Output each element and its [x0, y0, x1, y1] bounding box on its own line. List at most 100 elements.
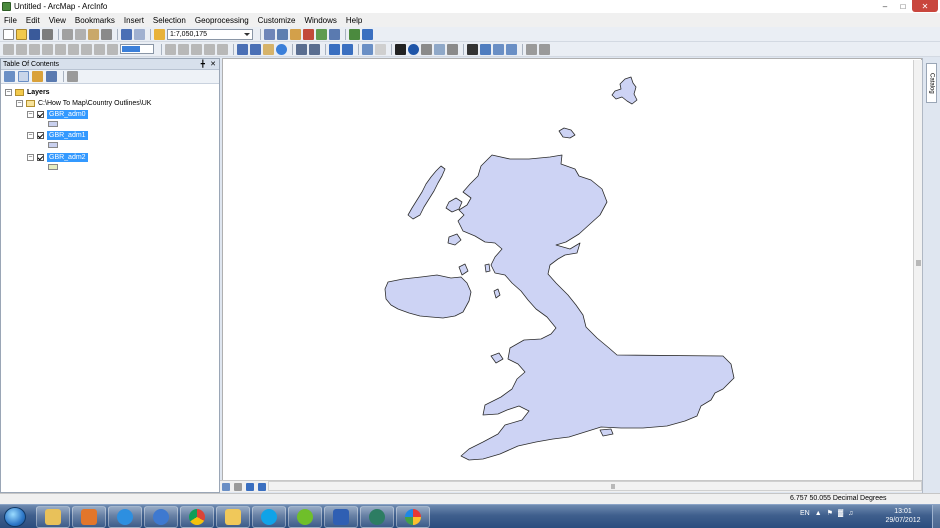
select-elements-arrow-icon[interactable] — [395, 43, 406, 55]
pan-hand-icon[interactable] — [263, 43, 274, 55]
layout-tool-icon[interactable] — [178, 43, 189, 55]
collapse-icon[interactable]: – — [27, 131, 34, 139]
refresh-icon[interactable] — [246, 482, 254, 491]
taskbar-explorer[interactable] — [36, 506, 70, 528]
flag-icon[interactable]: ⚑ — [827, 509, 833, 517]
layout-tool-icon[interactable] — [68, 43, 79, 55]
layout-view-icon[interactable] — [234, 482, 242, 491]
list-by-visibility-icon[interactable] — [32, 71, 43, 82]
layout-tool-icon[interactable] — [165, 43, 176, 55]
layer-symbol-swatch[interactable] — [48, 164, 58, 170]
save-icon[interactable] — [29, 28, 40, 40]
select-features-icon[interactable] — [362, 43, 373, 55]
measure-icon[interactable] — [447, 43, 458, 55]
start-button[interactable] — [4, 507, 26, 527]
network-icon[interactable]: ▓ — [838, 510, 843, 517]
hyperlink-icon[interactable] — [421, 43, 432, 55]
layer-row-gbr-adm1[interactable]: – GBR_adm1 — [27, 130, 88, 140]
zoom-in-icon[interactable] — [237, 43, 248, 55]
fixed-zoom-in-icon[interactable] — [296, 43, 307, 55]
find-binoculars-icon[interactable] — [467, 43, 478, 55]
scroll-thumb[interactable] — [916, 260, 921, 266]
taskbar-chrome[interactable] — [180, 506, 214, 528]
taskbar-folder[interactable] — [216, 506, 250, 528]
clear-selection-icon[interactable] — [375, 43, 386, 55]
add-data-icon[interactable] — [154, 28, 165, 40]
taskbar-itunes[interactable] — [144, 506, 178, 528]
list-by-source-icon[interactable] — [18, 71, 29, 82]
layout-tool-icon[interactable] — [81, 43, 92, 55]
taskbar-media-player[interactable] — [72, 506, 106, 528]
pin-icon[interactable]: ╋ — [201, 59, 205, 70]
identify-icon[interactable] — [408, 43, 419, 55]
layout-tool-icon[interactable] — [217, 43, 228, 55]
collapse-icon[interactable]: – — [16, 99, 23, 107]
pause-drawing-icon[interactable] — [258, 482, 266, 491]
taskbar-word[interactable] — [324, 506, 358, 528]
tree-row-folder[interactable]: – C:\How To Map\Country Outlines\UK — [16, 98, 151, 108]
list-by-selection-icon[interactable] — [46, 71, 57, 82]
layer-visibility-checkbox[interactable] — [37, 110, 44, 118]
collapse-icon[interactable]: – — [27, 110, 34, 118]
layout-tool-icon[interactable] — [29, 43, 40, 55]
taskbar-arcmap[interactable] — [360, 506, 394, 528]
whats-this-help-icon[interactable] — [362, 28, 373, 40]
language-indicator[interactable]: EN — [800, 510, 810, 517]
catalog-window-icon[interactable] — [290, 28, 301, 40]
collapse-icon[interactable]: – — [5, 88, 12, 96]
full-extent-globe-icon[interactable] — [276, 43, 287, 55]
catalog-tab[interactable]: Catalog — [926, 63, 937, 103]
show-hidden-icons-icon[interactable]: ▲ — [815, 510, 822, 517]
html-popup-icon[interactable] — [434, 43, 445, 55]
layer-visibility-checkbox[interactable] — [37, 153, 44, 161]
map-horizontal-scrollbar[interactable] — [268, 481, 922, 491]
menu-view[interactable]: View — [49, 16, 66, 25]
collapse-icon[interactable]: – — [27, 153, 34, 161]
layer-symbol-swatch[interactable] — [48, 121, 58, 127]
map-scale-combobox[interactable]: 1:7,050,175 — [167, 28, 253, 40]
paste-icon[interactable] — [88, 28, 99, 40]
close-icon[interactable]: ✕ — [210, 59, 216, 70]
layout-tool-icon[interactable] — [42, 43, 53, 55]
copy-icon[interactable] — [75, 28, 86, 40]
taskbar-clock[interactable]: 13:01 29/07/2012 — [878, 507, 928, 525]
menu-customize[interactable]: Customize — [258, 16, 296, 25]
minimize-button[interactable]: – — [876, 0, 894, 12]
close-button[interactable]: ✕ — [912, 0, 938, 12]
layer-row-gbr-adm2[interactable]: – GBR_adm2 — [27, 152, 88, 162]
create-viewer-window-icon[interactable] — [526, 43, 537, 55]
layout-tool-icon[interactable] — [191, 43, 202, 55]
open-folder-icon[interactable] — [16, 28, 27, 40]
zoom-out-icon[interactable] — [250, 43, 261, 55]
delete-icon[interactable] — [101, 28, 112, 40]
fixed-zoom-out-icon[interactable] — [309, 43, 320, 55]
tree-row-layers[interactable]: – Layers — [5, 87, 50, 97]
layout-tool-icon[interactable] — [204, 43, 215, 55]
scroll-thumb[interactable] — [611, 484, 615, 489]
taskbar-spotify[interactable] — [288, 506, 322, 528]
new-document-icon[interactable] — [3, 28, 14, 40]
menu-geoprocessing[interactable]: Geoprocessing — [195, 16, 249, 25]
time-slider-icon[interactable] — [506, 43, 517, 55]
menu-help[interactable]: Help — [346, 16, 362, 25]
layout-tool-icon[interactable] — [55, 43, 66, 55]
layout-tool-icon[interactable] — [107, 43, 118, 55]
cut-icon[interactable] — [62, 28, 73, 40]
layout-tool-icon[interactable] — [3, 43, 14, 55]
data-view-icon[interactable] — [222, 482, 230, 491]
search-window-icon[interactable] — [303, 28, 314, 40]
layer-label[interactable]: GBR_adm2 — [47, 152, 88, 162]
toolbar-options-icon[interactable] — [539, 43, 550, 55]
toc-options-icon[interactable] — [67, 71, 78, 82]
python-window-icon[interactable] — [329, 28, 340, 40]
print-icon[interactable] — [42, 28, 53, 40]
editor-toolbar-icon[interactable] — [264, 28, 275, 40]
fill-color-dropdown[interactable] — [120, 44, 154, 54]
go-to-xy-icon[interactable] — [493, 43, 504, 55]
layer-symbol-swatch[interactable] — [48, 142, 58, 148]
model-builder-icon[interactable] — [349, 28, 360, 40]
menu-file[interactable]: File — [4, 16, 17, 25]
volume-icon[interactable]: ♫ — [848, 510, 853, 517]
menu-windows[interactable]: Windows — [304, 16, 336, 25]
uk-map[interactable] — [223, 59, 923, 482]
